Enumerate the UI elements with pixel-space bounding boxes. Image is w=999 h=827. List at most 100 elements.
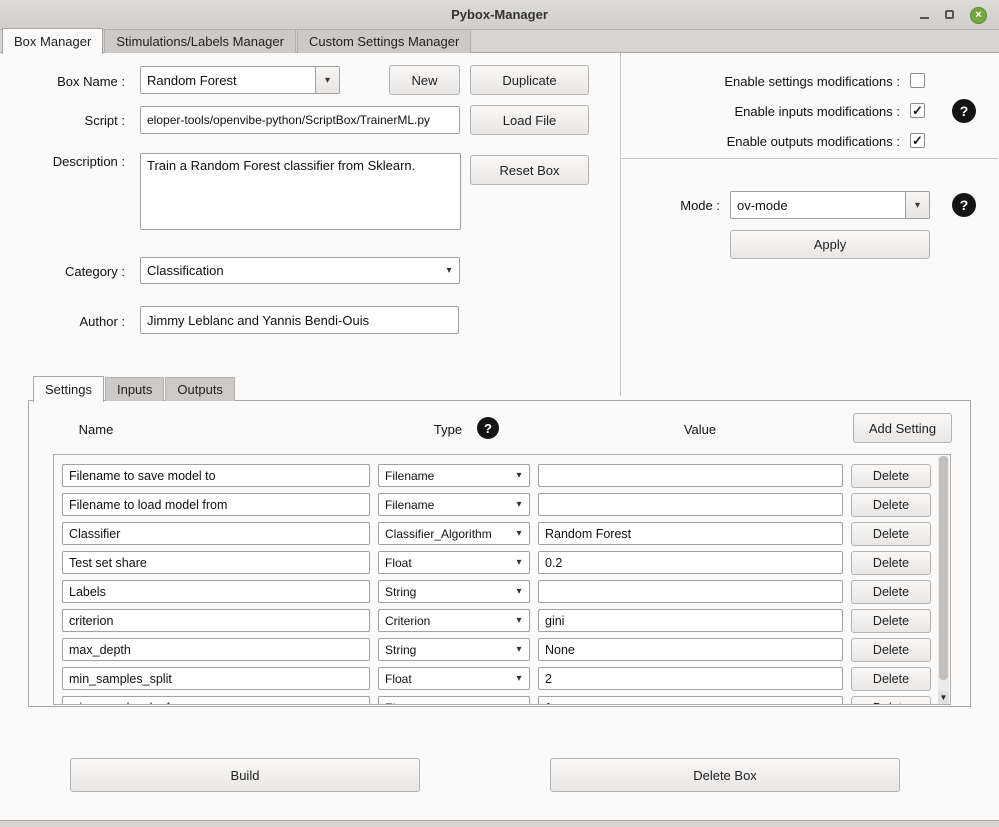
script-input[interactable]	[140, 106, 460, 134]
horizontal-divider	[621, 158, 998, 159]
chevron-down-icon: ▾	[509, 528, 529, 539]
chevron-down-icon: ▾	[509, 644, 529, 655]
enable-inputs-checkbox[interactable]: ✓	[910, 103, 925, 118]
delete-setting-button[interactable]: Delete	[851, 522, 931, 546]
script-label: Script :	[0, 113, 125, 128]
delete-setting-button[interactable]: Delete	[851, 667, 931, 691]
setting-type-select[interactable]: String ▾	[378, 580, 530, 603]
table-row: Float ▾ Delete	[54, 693, 950, 705]
setting-value-input[interactable]	[538, 493, 843, 516]
chevron-down-icon: ▾	[509, 673, 529, 684]
enable-outputs-label: Enable outputs modifications :	[620, 134, 900, 149]
type-column-header: Type	[418, 422, 478, 437]
load-file-button[interactable]: Load File	[470, 105, 589, 135]
setting-type-select[interactable]: Float ▾	[378, 551, 530, 574]
type-help-icon[interactable]: ?	[477, 417, 499, 439]
setting-type-value: String	[379, 643, 509, 657]
setting-name-input[interactable]	[62, 493, 370, 516]
delete-setting-button[interactable]: Delete	[851, 551, 931, 575]
category-select[interactable]: Classification ▾	[140, 257, 460, 284]
reset-box-button[interactable]: Reset Box	[470, 155, 589, 185]
apply-button[interactable]: Apply	[730, 230, 930, 259]
tab-stimulations-labels-manager[interactable]: Stimulations/Labels Manager	[104, 29, 296, 53]
maximize-button[interactable]	[945, 6, 954, 24]
minimize-button[interactable]	[920, 6, 929, 24]
chevron-down-icon: ▾	[905, 192, 929, 218]
setting-value-input[interactable]	[538, 551, 843, 574]
delete-setting-button[interactable]: Delete	[851, 609, 931, 633]
delete-setting-button[interactable]: Delete	[851, 580, 931, 604]
setting-type-select[interactable]: Float ▾	[378, 667, 530, 690]
add-setting-button[interactable]: Add Setting	[853, 413, 952, 443]
setting-name-input[interactable]	[62, 667, 370, 690]
box-name-label: Box Name :	[0, 74, 125, 89]
delete-setting-button[interactable]: Delete	[851, 638, 931, 662]
scrollbar[interactable]: ▼	[938, 456, 949, 705]
settings-panel: Name Type ? Value Add Setting Filename ▾…	[28, 400, 971, 707]
setting-name-input[interactable]	[62, 464, 370, 487]
setting-value-input[interactable]	[538, 464, 843, 487]
scroll-down-icon[interactable]: ▼	[938, 691, 949, 705]
delete-setting-button[interactable]: Delete	[851, 493, 931, 517]
maximize-icon	[945, 10, 954, 19]
setting-name-input[interactable]	[62, 551, 370, 574]
setting-name-input[interactable]	[62, 580, 370, 603]
setting-type-select[interactable]: Classifier_Algorithm ▾	[378, 522, 530, 545]
table-row: Float ▾ Delete	[54, 664, 950, 693]
setting-value-input[interactable]	[538, 609, 843, 632]
description-textarea[interactable]: Train a Random Forest classifier from Sk…	[140, 153, 461, 230]
tab-outputs[interactable]: Outputs	[165, 377, 235, 401]
chevron-down-icon: ▾	[509, 615, 529, 626]
setting-type-select[interactable]: String ▾	[378, 638, 530, 661]
delete-setting-button[interactable]: Delete	[851, 464, 931, 488]
author-input[interactable]	[140, 306, 459, 334]
window-title: Pybox-Manager	[451, 7, 548, 22]
setting-type-select[interactable]: Filename ▾	[378, 464, 530, 487]
setting-value-input[interactable]	[538, 638, 843, 661]
tab-inputs[interactable]: Inputs	[105, 377, 164, 401]
enable-inputs-label: Enable inputs modifications :	[620, 104, 900, 119]
setting-type-value: Criterion	[379, 614, 509, 628]
build-button[interactable]: Build	[70, 758, 420, 792]
setting-name-input[interactable]	[62, 522, 370, 545]
value-column-header: Value	[670, 422, 730, 437]
setting-name-input[interactable]	[62, 609, 370, 632]
main-tabbar: Box Manager Stimulations/Labels Manager …	[0, 30, 472, 53]
settings-rows: Filename ▾ Delete Filename ▾ Delete Clas…	[53, 454, 951, 705]
setting-type-select[interactable]: Criterion ▾	[378, 609, 530, 632]
chevron-down-icon: ▾	[315, 67, 339, 93]
setting-value-input[interactable]	[538, 522, 843, 545]
titlebar: Pybox-Manager ×	[0, 0, 999, 30]
enable-outputs-checkbox[interactable]: ✓	[910, 133, 925, 148]
tab-settings[interactable]: Settings	[33, 376, 104, 402]
tab-box-manager[interactable]: Box Manager	[2, 28, 103, 54]
setting-type-select[interactable]: Float ▾	[378, 696, 530, 705]
author-label: Author :	[0, 314, 125, 329]
modifications-help-icon[interactable]: ?	[952, 99, 976, 123]
setting-value-input[interactable]	[538, 667, 843, 690]
setting-name-input[interactable]	[62, 696, 370, 705]
setting-value-input[interactable]	[538, 580, 843, 603]
setting-type-value: Float	[379, 556, 509, 570]
tab-custom-settings-manager[interactable]: Custom Settings Manager	[297, 29, 471, 53]
sub-tabbar: Settings Inputs Outputs	[31, 378, 236, 401]
new-button[interactable]: New	[389, 65, 460, 95]
box-name-select[interactable]: Random Forest ▾	[140, 66, 340, 94]
setting-type-value: Filename	[379, 498, 509, 512]
setting-value-input[interactable]	[538, 696, 843, 705]
duplicate-button[interactable]: Duplicate	[470, 65, 589, 95]
mode-help-icon[interactable]: ?	[952, 193, 976, 217]
delete-setting-button[interactable]: Delete	[851, 696, 931, 705]
close-button[interactable]: ×	[970, 7, 987, 24]
scrollbar-thumb[interactable]	[939, 456, 948, 680]
mode-select[interactable]: ov-mode ▾	[730, 191, 930, 219]
name-column-header: Name	[66, 422, 126, 437]
delete-box-button[interactable]: Delete Box	[550, 758, 900, 792]
setting-name-input[interactable]	[62, 638, 370, 661]
minimize-icon	[920, 17, 929, 19]
chevron-down-icon: ▾	[509, 499, 529, 510]
table-row: Float ▾ Delete	[54, 548, 950, 577]
table-row: String ▾ Delete	[54, 577, 950, 606]
setting-type-select[interactable]: Filename ▾	[378, 493, 530, 516]
enable-settings-checkbox[interactable]	[910, 73, 925, 88]
